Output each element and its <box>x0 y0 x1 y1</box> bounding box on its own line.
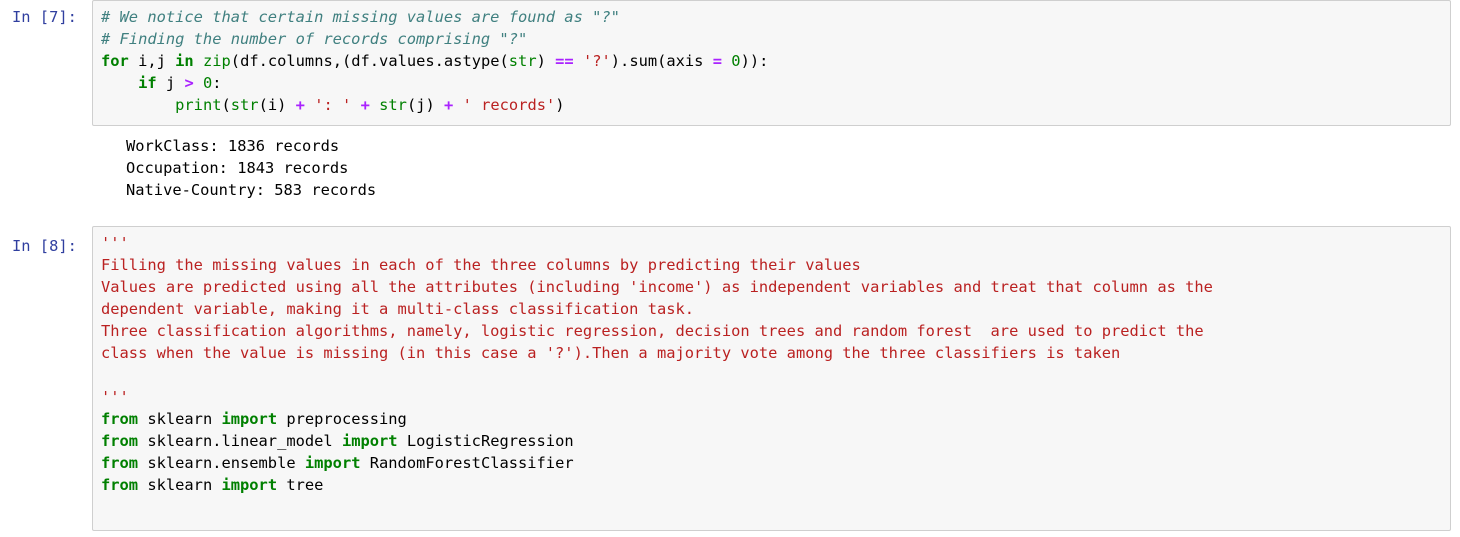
code-line[interactable]: for i,j in zip(df.columns,(df.values.ast… <box>101 50 1450 72</box>
code-token: # Finding the number of records comprisi… <box>101 30 528 48</box>
cell-prompt: In [8]: <box>12 237 77 255</box>
code-token: (j) <box>406 96 445 114</box>
code-token: Values are predicted using all the attri… <box>101 278 1213 296</box>
code-line[interactable] <box>101 496 1450 518</box>
code-token: == <box>555 52 574 70</box>
code-token: (i) <box>258 96 296 114</box>
cell-output: WorkClass: 1836 records Occupation: 1843 … <box>126 135 376 201</box>
code-token: sklearn <box>138 476 222 494</box>
code-token: ''' <box>101 234 129 252</box>
code-token: from <box>101 410 139 428</box>
code-token: # We notice that certain missing values … <box>101 8 620 26</box>
output-line: Occupation: 1843 records <box>126 159 349 177</box>
code-line[interactable]: Three classification algorithms, namely,… <box>101 320 1450 342</box>
code-token: + <box>444 96 454 114</box>
code-token: from <box>101 432 139 450</box>
code-token: )): <box>740 52 769 70</box>
code-token: 0 <box>203 74 213 92</box>
code-token: str <box>508 52 537 70</box>
code-token: sklearn.linear_model <box>138 432 342 450</box>
code-token: sklearn <box>138 410 222 428</box>
code-token: RandomForestClassifier <box>360 454 574 472</box>
code-line[interactable]: from sklearn.ensemble import RandomFores… <box>101 452 1450 474</box>
code-token: dependent variable, making it a multi-cl… <box>101 300 695 318</box>
code-token: import <box>304 454 361 472</box>
code-token: class when the value is missing (in this… <box>101 344 1121 362</box>
cell-prompt: In [7]: <box>12 8 77 26</box>
code-line[interactable]: class when the value is missing (in this… <box>101 342 1450 364</box>
code-line[interactable]: Filling the missing values in each of th… <box>101 254 1450 276</box>
code-token: i,j <box>128 52 176 70</box>
code-token: = <box>712 52 722 70</box>
code-token: print <box>175 96 222 114</box>
code-token: if <box>138 74 157 92</box>
code-token: 0 <box>731 52 741 70</box>
code-token: import <box>341 432 398 450</box>
code-line[interactable]: ''' <box>101 232 1450 254</box>
code-token: '?' <box>582 52 611 70</box>
code-token: : <box>212 74 222 92</box>
code-token: ( <box>221 96 231 114</box>
code-token: ': ' <box>314 96 352 114</box>
code-editor[interactable]: ''' Filling the missing values in each of… <box>92 226 1451 531</box>
code-editor[interactable]: # We notice that certain missing values … <box>92 0 1451 126</box>
code-line[interactable]: from sklearn import tree <box>101 474 1450 496</box>
code-token: + <box>295 96 305 114</box>
code-token: ''' <box>101 388 129 406</box>
code-line[interactable]: # We notice that certain missing values … <box>101 6 1450 28</box>
code-token: import <box>221 410 278 428</box>
code-line[interactable] <box>101 364 1450 386</box>
code-line[interactable]: if j > 0: <box>101 72 1450 94</box>
code-token: sklearn.ensemble <box>138 454 305 472</box>
output-line: WorkClass: 1836 records <box>126 137 340 155</box>
code-token: ).sum(axis <box>610 52 713 70</box>
code-token: tree <box>277 476 324 494</box>
code-token: for <box>101 52 129 70</box>
code-line[interactable]: # Finding the number of records comprisi… <box>101 28 1450 50</box>
code-token: Three classification algorithms, namely,… <box>101 322 1204 340</box>
code-line[interactable]: print(str(i) + ': ' + str(j) + ' records… <box>101 94 1450 116</box>
code-token: import <box>221 476 278 494</box>
code-line[interactable]: dependent variable, making it a multi-cl… <box>101 298 1450 320</box>
code-token: j <box>156 74 185 92</box>
code-line[interactable]: Values are predicted using all the attri… <box>101 276 1450 298</box>
code-line[interactable]: ''' <box>101 386 1450 408</box>
code-token: Filling the missing values in each of th… <box>101 256 861 274</box>
code-token: ) <box>555 96 565 114</box>
code-token: + <box>360 96 370 114</box>
code-token: from <box>101 454 139 472</box>
code-token: ) <box>536 52 556 70</box>
code-token: zip <box>202 52 231 70</box>
code-token: in <box>175 52 194 70</box>
code-token: preprocessing <box>277 410 407 428</box>
output-line: Native-Country: 583 records <box>126 181 377 199</box>
code-line[interactable]: from sklearn import preprocessing <box>101 408 1450 430</box>
code-token: (df.columns,(df.values.astype( <box>230 52 509 70</box>
code-token: str <box>379 96 407 114</box>
code-token: ' records' <box>462 96 556 114</box>
code-token: str <box>230 96 259 114</box>
code-token: LogisticRegression <box>397 432 574 450</box>
code-token: > <box>184 74 194 92</box>
code-token: from <box>101 476 139 494</box>
code-line[interactable]: from sklearn.linear_model import Logisti… <box>101 430 1450 452</box>
